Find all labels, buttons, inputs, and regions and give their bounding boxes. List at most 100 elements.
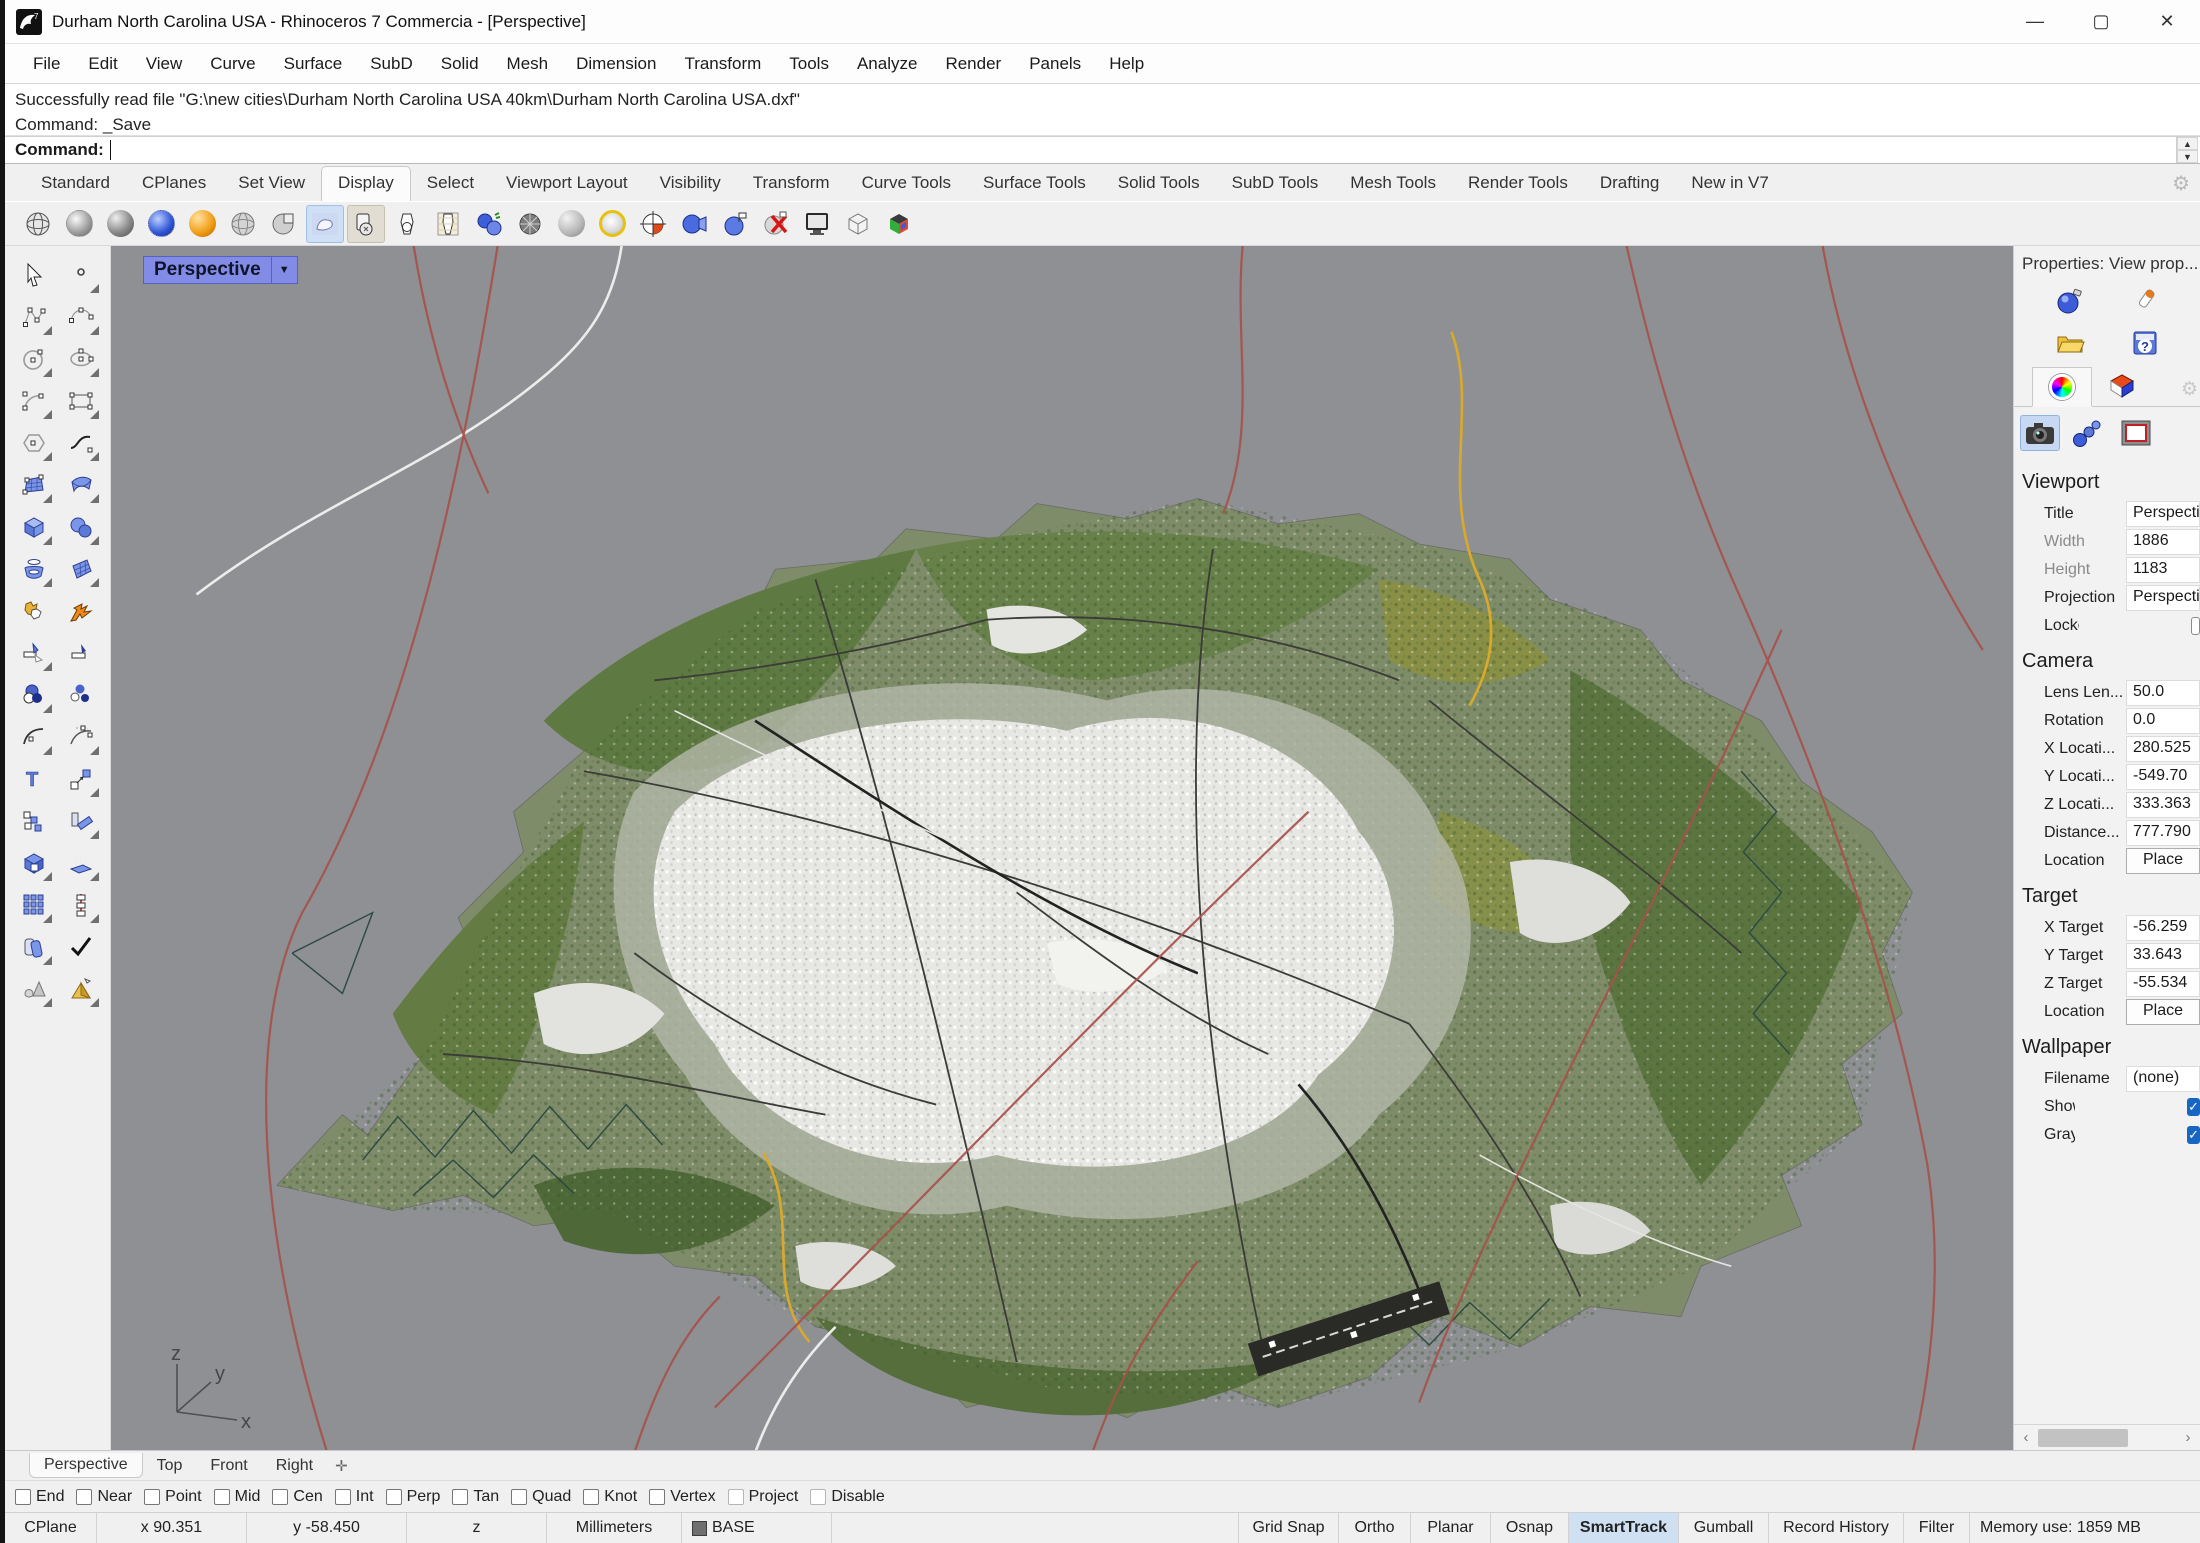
viewport-tab-right[interactable]: Right bbox=[262, 1454, 327, 1478]
menu-surface[interactable]: Surface bbox=[270, 54, 357, 74]
sphere-flag-display-icon[interactable] bbox=[716, 205, 754, 243]
smarttrack-toggle[interactable]: SmartTrack bbox=[1569, 1513, 1679, 1543]
pen-display-icon[interactable] bbox=[388, 205, 426, 243]
lens-length-field[interactable]: 50.0 bbox=[2126, 680, 2200, 706]
viewport-tab-perspective[interactable]: Perspective bbox=[29, 1453, 143, 1478]
menu-edit[interactable]: Edit bbox=[74, 54, 131, 74]
osnap-perp[interactable]: Perp bbox=[385, 1488, 440, 1506]
cplane-button[interactable]: CPlane bbox=[5, 1513, 97, 1543]
menu-panels[interactable]: Panels bbox=[1015, 54, 1095, 74]
yellow-ring-display-icon[interactable] bbox=[593, 205, 631, 243]
filter-toggle[interactable]: Filter bbox=[1904, 1513, 1970, 1543]
scroll-right-icon[interactable]: › bbox=[2176, 1429, 2200, 1446]
tab-select[interactable]: Select bbox=[411, 167, 490, 201]
osnap-vertex[interactable]: Vertex bbox=[649, 1488, 716, 1506]
int-checkbox[interactable] bbox=[334, 1488, 351, 1505]
cplane-target-icon[interactable] bbox=[634, 205, 672, 243]
layers-folder-icon[interactable] bbox=[2053, 326, 2087, 360]
pyramid-tool[interactable] bbox=[61, 969, 101, 1009]
title-field[interactable]: Perspective bbox=[2126, 501, 2200, 527]
raytraced-display-icon[interactable] bbox=[183, 205, 221, 243]
technical-display-icon[interactable] bbox=[347, 204, 385, 243]
scrollbar-thumb[interactable] bbox=[2038, 1428, 2128, 1447]
y-location-field[interactable]: -549.70 bbox=[2126, 764, 2200, 790]
viewport-title-menu[interactable]: Perspective ▼ bbox=[143, 256, 298, 284]
rotation-field[interactable]: 0.0 bbox=[2126, 708, 2200, 734]
locked-checkbox[interactable] bbox=[2191, 617, 2200, 635]
tab-new-in-v7[interactable]: New in V7 bbox=[1675, 167, 1784, 201]
wireframe-display-icon[interactable] bbox=[19, 205, 57, 243]
adjustable-blend-tool[interactable] bbox=[61, 717, 101, 757]
viewport-tab-top[interactable]: Top bbox=[143, 1454, 197, 1478]
render-preview-icon[interactable] bbox=[470, 205, 508, 243]
command-input[interactable]: Command: ▲ ▼ bbox=[5, 136, 2200, 164]
interpolate-curve-tool[interactable] bbox=[61, 297, 101, 337]
camera-properties-icon[interactable] bbox=[2020, 415, 2060, 451]
curve-blend-tool[interactable] bbox=[61, 423, 101, 463]
trim-tool[interactable] bbox=[14, 633, 54, 673]
linear-array-tool[interactable] bbox=[61, 885, 101, 925]
material-icon[interactable] bbox=[2128, 284, 2162, 318]
cylinder-tool[interactable] bbox=[14, 549, 54, 589]
shaded-display-icon[interactable] bbox=[60, 205, 98, 243]
tab-standard[interactable]: Standard bbox=[25, 167, 126, 201]
artistic-display-icon[interactable] bbox=[306, 204, 344, 243]
place-target-button[interactable]: Place bbox=[2126, 999, 2200, 1025]
menu-file[interactable]: File bbox=[19, 54, 74, 74]
menu-render[interactable]: Render bbox=[931, 54, 1015, 74]
cen-checkbox[interactable] bbox=[272, 1488, 289, 1505]
move-tool[interactable] bbox=[61, 759, 101, 799]
copy-tool[interactable] bbox=[14, 801, 54, 841]
wallpaper-filename-field[interactable]: (none) bbox=[2126, 1066, 2200, 1092]
menu-mesh[interactable]: Mesh bbox=[493, 54, 563, 74]
monitor-display-icon[interactable] bbox=[798, 205, 836, 243]
mid-checkbox[interactable] bbox=[213, 1488, 230, 1505]
osnap-tan[interactable]: Tan bbox=[452, 1488, 499, 1506]
box-tool[interactable] bbox=[14, 507, 54, 547]
project-checkbox[interactable] bbox=[727, 1488, 744, 1505]
render-cube-display-icon[interactable] bbox=[880, 205, 918, 243]
tab-curve-tools[interactable]: Curve Tools bbox=[846, 167, 967, 201]
camera-display-icon[interactable] bbox=[675, 205, 713, 243]
tab-cplanes[interactable]: CPlanes bbox=[126, 167, 222, 201]
planar-toggle[interactable]: Planar bbox=[1411, 1513, 1491, 1543]
command-history[interactable]: Successfully read file "G:\new cities\Du… bbox=[5, 84, 2200, 136]
explode-tool[interactable] bbox=[61, 591, 101, 631]
polygon-tool[interactable] bbox=[14, 423, 54, 463]
xray-display-icon[interactable] bbox=[265, 205, 303, 243]
menu-solid[interactable]: Solid bbox=[427, 54, 493, 74]
layer-indicator[interactable]: BASE bbox=[682, 1513, 832, 1543]
osnap-cen[interactable]: Cen bbox=[272, 1488, 323, 1506]
osnap-project[interactable]: Project bbox=[727, 1488, 798, 1506]
tab-surface-tools[interactable]: Surface Tools bbox=[967, 167, 1102, 201]
distance-field[interactable]: 777.790 bbox=[2126, 820, 2200, 846]
tab-drafting[interactable]: Drafting bbox=[1584, 167, 1676, 201]
arctic-display-icon[interactable] bbox=[429, 205, 467, 243]
menu-dimension[interactable]: Dimension bbox=[562, 54, 670, 74]
menu-analyze[interactable]: Analyze bbox=[843, 54, 931, 74]
wallpaper-frame-icon[interactable] bbox=[2116, 415, 2156, 451]
menu-help[interactable]: Help bbox=[1095, 54, 1158, 74]
menu-tools[interactable]: Tools bbox=[775, 54, 843, 74]
ghosted-display-icon[interactable] bbox=[224, 205, 262, 243]
tan-checkbox[interactable] bbox=[452, 1488, 469, 1505]
quad-checkbox[interactable] bbox=[511, 1488, 528, 1505]
osnap-near[interactable]: Near bbox=[76, 1488, 132, 1506]
offset-tool[interactable] bbox=[14, 927, 54, 967]
clear-display-icon[interactable] bbox=[757, 205, 795, 243]
ortho-toggle[interactable]: Ortho bbox=[1339, 1513, 1411, 1543]
scroll-up-icon[interactable]: ▲ bbox=[2177, 137, 2198, 150]
disable-checkbox[interactable] bbox=[810, 1488, 827, 1505]
z-location-field[interactable]: 333.363 bbox=[2126, 792, 2200, 818]
matte-sphere-display-icon[interactable] bbox=[552, 205, 590, 243]
display-mode-tab[interactable] bbox=[2092, 366, 2152, 406]
boolean-tool[interactable] bbox=[14, 591, 54, 631]
vertex-checkbox[interactable] bbox=[649, 1488, 666, 1505]
viewport-tab-front[interactable]: Front bbox=[196, 1454, 261, 1478]
link-spheres-icon[interactable] bbox=[2068, 415, 2108, 451]
menu-view[interactable]: View bbox=[132, 54, 197, 74]
rectangle-tool[interactable] bbox=[61, 381, 101, 421]
knot-checkbox[interactable] bbox=[583, 1488, 600, 1505]
osnap-disable[interactable]: Disable bbox=[810, 1488, 885, 1506]
osnap-quad[interactable]: Quad bbox=[511, 1488, 571, 1506]
